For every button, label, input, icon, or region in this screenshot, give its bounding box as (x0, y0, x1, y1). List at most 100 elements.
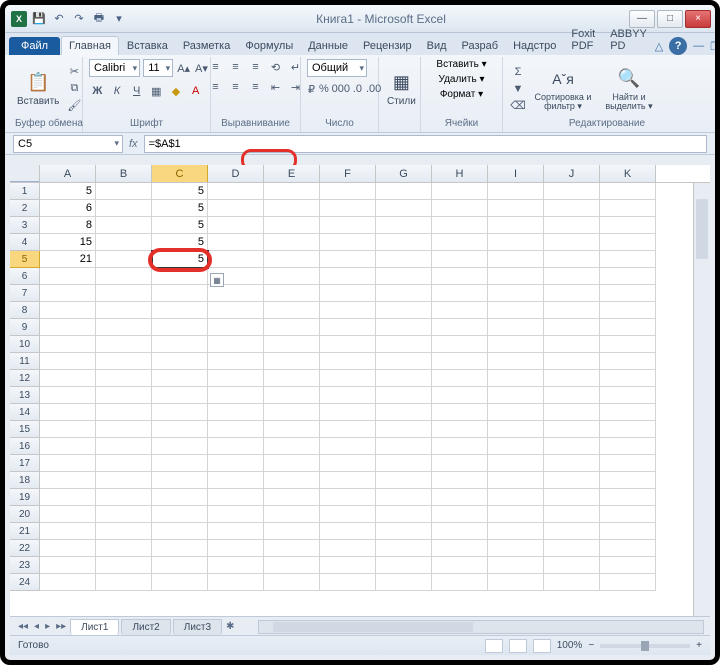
cell-A11[interactable] (40, 353, 96, 370)
cell-K11[interactable] (600, 353, 656, 370)
cell-C21[interactable] (152, 523, 208, 540)
cell-K4[interactable] (600, 234, 656, 251)
cell-E12[interactable] (264, 370, 320, 387)
row-header-17[interactable]: 17 (10, 455, 40, 472)
cell-I20[interactable] (488, 506, 544, 523)
cell-G19[interactable] (376, 489, 432, 506)
cell-A8[interactable] (40, 302, 96, 319)
cell-B12[interactable] (96, 370, 152, 387)
cell-H14[interactable] (432, 404, 488, 421)
cell-K17[interactable] (600, 455, 656, 472)
cell-J7[interactable] (544, 285, 600, 302)
cell-A4[interactable]: 15 (40, 234, 96, 251)
cell-A6[interactable] (40, 268, 96, 285)
cell-G16[interactable] (376, 438, 432, 455)
cell-B14[interactable] (96, 404, 152, 421)
cell-J21[interactable] (544, 523, 600, 540)
cell-D9[interactable] (208, 319, 264, 336)
cell-I22[interactable] (488, 540, 544, 557)
cell-D1[interactable] (208, 183, 264, 200)
grow-font-icon[interactable]: A▴ (176, 60, 191, 76)
cell-D23[interactable] (208, 557, 264, 574)
format-painter-icon[interactable]: 🖌 (65, 98, 83, 114)
row-header-23[interactable]: 23 (10, 557, 40, 574)
cell-F12[interactable] (320, 370, 376, 387)
cell-H22[interactable] (432, 540, 488, 557)
cell-B15[interactable] (96, 421, 152, 438)
undo-icon[interactable]: ↶ (51, 11, 67, 27)
cell-J17[interactable] (544, 455, 600, 472)
cell-B4[interactable] (96, 234, 152, 251)
comma-icon[interactable]: 000 (332, 81, 350, 97)
column-header-C[interactable]: C (152, 165, 208, 182)
column-header-F[interactable]: F (320, 165, 376, 182)
cell-C8[interactable] (152, 302, 208, 319)
cell-F7[interactable] (320, 285, 376, 302)
cell-I19[interactable] (488, 489, 544, 506)
cell-C5[interactable]: 5 (152, 251, 208, 268)
cell-E15[interactable] (264, 421, 320, 438)
cell-F16[interactable] (320, 438, 376, 455)
cell-F15[interactable] (320, 421, 376, 438)
cell-H3[interactable] (432, 217, 488, 234)
cell-F9[interactable] (320, 319, 376, 336)
cell-F2[interactable] (320, 200, 376, 217)
cell-A14[interactable] (40, 404, 96, 421)
cell-K21[interactable] (600, 523, 656, 540)
cell-D3[interactable] (208, 217, 264, 234)
cell-E10[interactable] (264, 336, 320, 353)
border-icon[interactable]: ▦ (148, 83, 165, 99)
zoom-out-button[interactable]: − (588, 640, 594, 651)
cell-I17[interactable] (488, 455, 544, 472)
cell-H7[interactable] (432, 285, 488, 302)
cell-K9[interactable] (600, 319, 656, 336)
column-header-K[interactable]: K (600, 165, 656, 182)
cell-A13[interactable] (40, 387, 96, 404)
align-top-icon[interactable]: ≡ (207, 59, 225, 75)
cell-D5[interactable] (208, 251, 264, 268)
row-header-18[interactable]: 18 (10, 472, 40, 489)
cell-G13[interactable] (376, 387, 432, 404)
cell-K16[interactable] (600, 438, 656, 455)
cell-D18[interactable] (208, 472, 264, 489)
cell-H12[interactable] (432, 370, 488, 387)
cell-F8[interactable] (320, 302, 376, 319)
cell-A22[interactable] (40, 540, 96, 557)
cell-E16[interactable] (264, 438, 320, 455)
cell-G7[interactable] (376, 285, 432, 302)
cell-E21[interactable] (264, 523, 320, 540)
cell-J19[interactable] (544, 489, 600, 506)
cell-K23[interactable] (600, 557, 656, 574)
cell-E9[interactable] (264, 319, 320, 336)
cell-G21[interactable] (376, 523, 432, 540)
cell-D7[interactable] (208, 285, 264, 302)
sheet-tab-1[interactable]: Лист1 (70, 619, 119, 635)
cell-B20[interactable] (96, 506, 152, 523)
cell-E5[interactable] (264, 251, 320, 268)
cell-H5[interactable] (432, 251, 488, 268)
cell-F21[interactable] (320, 523, 376, 540)
cell-E23[interactable] (264, 557, 320, 574)
cell-F20[interactable] (320, 506, 376, 523)
cell-J16[interactable] (544, 438, 600, 455)
cell-H10[interactable] (432, 336, 488, 353)
cell-C23[interactable] (152, 557, 208, 574)
currency-icon[interactable]: ₽ (307, 81, 316, 97)
row-header-14[interactable]: 14 (10, 404, 40, 421)
cell-E17[interactable] (264, 455, 320, 472)
delete-cells-button[interactable]: Удалить ▾ (439, 74, 485, 85)
cell-D19[interactable] (208, 489, 264, 506)
cell-I21[interactable] (488, 523, 544, 540)
cell-F19[interactable] (320, 489, 376, 506)
cell-C10[interactable] (152, 336, 208, 353)
cell-K15[interactable] (600, 421, 656, 438)
cell-D24[interactable] (208, 574, 264, 591)
cell-E14[interactable] (264, 404, 320, 421)
cell-K19[interactable] (600, 489, 656, 506)
cell-A23[interactable] (40, 557, 96, 574)
cell-J20[interactable] (544, 506, 600, 523)
column-header-G[interactable]: G (376, 165, 432, 182)
cell-A7[interactable] (40, 285, 96, 302)
cell-I10[interactable] (488, 336, 544, 353)
cell-C11[interactable] (152, 353, 208, 370)
